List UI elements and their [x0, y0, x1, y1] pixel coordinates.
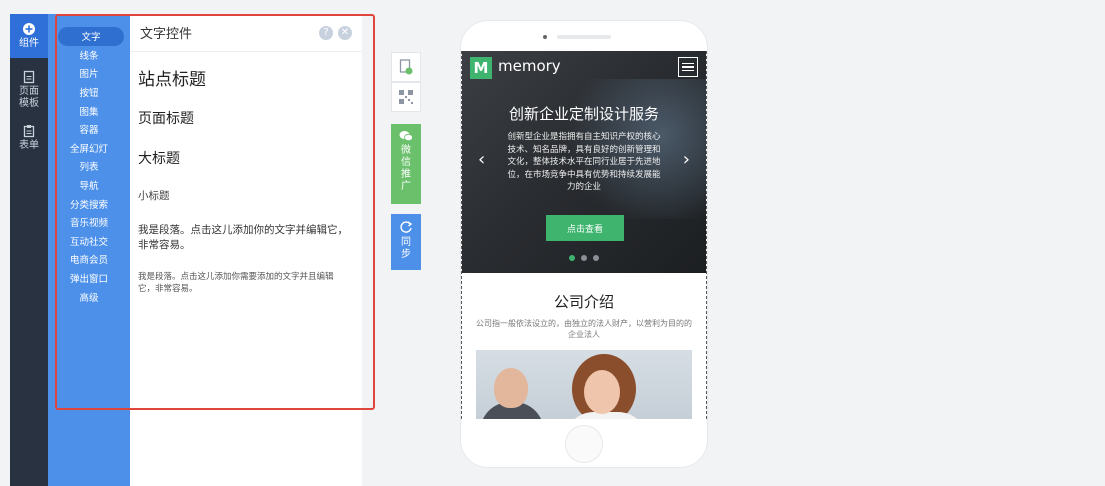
widget-paragraph-small[interactable]: 我是段落。点击这儿添加你需要添加的文字并且编辑它，非常容易。: [138, 271, 348, 295]
hero-banner[interactable]: M memory 创新企业定制设计服务 创新型企业是指拥有自主知识产权的核心技术…: [462, 51, 706, 273]
wechat-label-char: 广: [401, 181, 411, 192]
category-item[interactable]: 图片: [48, 64, 130, 83]
widget-small-title[interactable]: 小标题: [138, 188, 362, 203]
slide-dots: [462, 255, 706, 261]
wechat-label-char: 信: [401, 157, 411, 168]
widget-panel: 文字控件 ? ✕ 站点标题 页面标题 大标题 小标题 我是段落。点击这儿添加你的…: [130, 14, 362, 486]
hero-description: 创新型企业是指拥有自主知识产权的核心技术、知名品牌，具有良好的创新管理和文化，整…: [507, 132, 661, 192]
panel-title: 文字控件: [140, 27, 193, 42]
close-icon[interactable]: ✕: [338, 25, 352, 40]
plus-circle-icon: [23, 23, 35, 35]
phone-screen: M memory 创新企业定制设计服务 创新型企业是指拥有自主知识产权的核心技术…: [461, 51, 707, 419]
category-item[interactable]: 线条: [48, 46, 130, 65]
rail-item-page-templates[interactable]: 页面 模板: [10, 70, 48, 110]
category-item[interactable]: 导航: [48, 176, 130, 195]
left-rail: 组件 页面 模板 表单: [10, 14, 48, 486]
document-check-icon: [399, 59, 413, 75]
slide-dot[interactable]: [569, 255, 575, 261]
category-item[interactable]: 列表: [48, 157, 130, 176]
rail-item-forms[interactable]: 表单: [10, 124, 48, 152]
hero-title: 创新企业定制设计服务: [508, 105, 659, 123]
slide-dot[interactable]: [593, 255, 599, 261]
chevron-left-icon[interactable]: ‹: [478, 149, 485, 170]
chevron-right-icon[interactable]: ›: [683, 149, 690, 170]
view-button[interactable]: 点击查看: [546, 215, 624, 241]
category-item[interactable]: 电商会员: [48, 250, 130, 269]
category-item[interactable]: 分类搜索: [48, 194, 130, 213]
question-icon[interactable]: ?: [319, 25, 333, 40]
logo-text: memory: [498, 57, 561, 75]
category-item[interactable]: 按钮: [48, 83, 130, 102]
sync-button[interactable]: 同 步: [391, 214, 421, 270]
home-button[interactable]: [565, 425, 603, 463]
about-description: 公司指一般依法设立的，由独立的法人财产，以营利为目的的企业法人: [476, 319, 692, 339]
qr-code-button[interactable]: [391, 82, 421, 112]
phone-camera: [543, 35, 547, 39]
category-item[interactable]: 音乐视频: [48, 213, 130, 232]
rail-item-label-line1: 页面: [19, 86, 39, 97]
widget-site-title[interactable]: 站点标题: [138, 65, 362, 90]
wechat-label-char: 微: [401, 145, 411, 156]
about-title: 公司介绍: [553, 293, 614, 311]
sync-label-char: 同: [401, 237, 411, 248]
widget-paragraph-large[interactable]: 我是段落。点击这儿添加你的文字并编辑它，非常容易。: [138, 223, 350, 253]
slide-dot[interactable]: [581, 255, 587, 261]
rail-item-label: 表单: [19, 140, 39, 151]
category-item[interactable]: 图集: [48, 101, 130, 120]
sync-label-char: 步: [401, 249, 411, 260]
category-item[interactable]: 高级: [48, 287, 130, 306]
category-item[interactable]: 容器: [48, 120, 130, 139]
rail-item-components[interactable]: 组件: [10, 14, 48, 58]
wechat-icon: [399, 131, 413, 142]
page-icon: [23, 70, 35, 84]
clipboard-icon: [23, 125, 35, 138]
preview-button[interactable]: [391, 52, 421, 82]
wechat-promote-button[interactable]: 微 信 推 广: [391, 124, 421, 204]
widget-big-title[interactable]: 大标题: [138, 148, 362, 168]
phone-preview: M memory 创新企业定制设计服务 创新型企业是指拥有自主知识产权的核心技术…: [460, 20, 708, 468]
category-list: 文字 线条 图片 按钮 图集 容器 全屏幻灯 列表 导航 分类搜索 音乐视频 互动社交 电商会员 弹出窗口…: [48, 14, 130, 306]
logo-mark: M: [470, 57, 492, 79]
rail-item-label: 组件: [19, 38, 39, 49]
qr-code-icon: [399, 90, 413, 104]
phone-speaker: [557, 35, 611, 39]
refresh-icon: [400, 221, 413, 233]
category-column: 文字 线条 图片 按钮 图集 容器 全屏幻灯 列表 导航 分类搜索 音乐视频 互动社交 电商会员 弹出窗口…: [48, 14, 130, 486]
category-item[interactable]: 文字: [58, 27, 124, 46]
panel-header: 文字控件 ? ✕: [130, 14, 362, 52]
rail-item-label-line2: 模板: [19, 98, 39, 109]
widget-page-title[interactable]: 页面标题: [138, 108, 362, 128]
wechat-label-char: 推: [401, 169, 411, 180]
category-item[interactable]: 全屏幻灯: [48, 139, 130, 158]
category-item[interactable]: 弹出窗口: [48, 269, 130, 288]
menu-icon[interactable]: [678, 57, 698, 77]
about-image: [476, 350, 692, 419]
category-item[interactable]: 互动社交: [48, 232, 130, 251]
